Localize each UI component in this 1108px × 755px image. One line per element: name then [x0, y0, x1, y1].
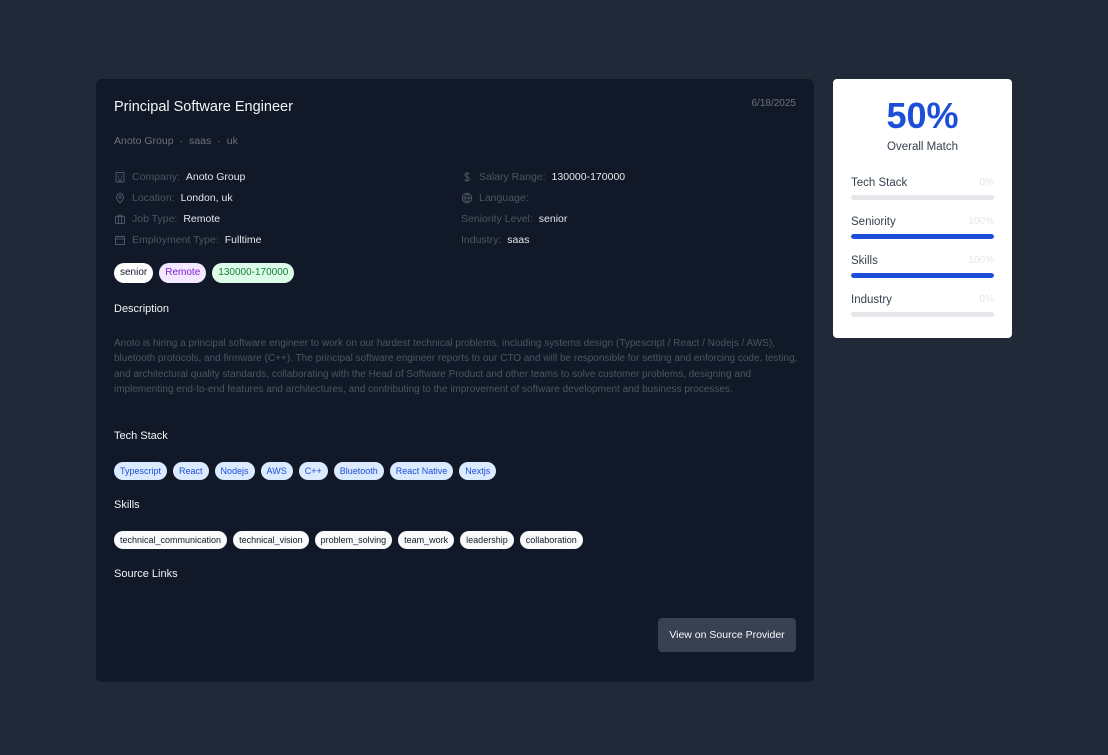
- metric-bar: [851, 273, 994, 278]
- metric-value: 0%: [979, 294, 994, 305]
- skill-chip: technical_communication: [114, 531, 228, 549]
- job-subline: Anoto Group · saas · uk: [114, 135, 238, 147]
- tech-chip: C++: [298, 462, 328, 480]
- detail-employment-type: Employment Type: Fulltime: [114, 229, 262, 250]
- metric-value: 100%: [968, 216, 994, 227]
- dollar-icon: [461, 171, 473, 183]
- metric-name: Industry: [851, 294, 892, 306]
- tech-chip: Nextjs: [459, 462, 497, 480]
- metric-bar: [851, 195, 994, 200]
- job-tags: senior Remote 130000-170000: [114, 263, 295, 283]
- overall-match-label: Overall Match: [887, 141, 958, 153]
- metric-bar: [851, 312, 994, 317]
- calendar-icon: [114, 234, 126, 246]
- source-links-heading: Source Links: [114, 568, 178, 580]
- tech-chip: React: [173, 462, 209, 480]
- tag-seniority: senior: [114, 263, 154, 283]
- detail-label: Location:: [132, 191, 175, 204]
- job-title: Principal Software Engineer: [114, 99, 293, 115]
- detail-location: Location: London, uk: [114, 187, 262, 208]
- skill-chip: technical_vision: [233, 531, 309, 549]
- skill-chip: team_work: [398, 531, 455, 549]
- detail-label: Language:: [479, 191, 529, 204]
- metric-industry: Industry 0%: [851, 294, 994, 317]
- metric-name: Skills: [851, 255, 878, 267]
- details-left-column: Company: Anoto Group Location: London, u…: [114, 166, 262, 250]
- tech-stack-list: Typescript React Nodejs AWS C++ Bluetoot…: [114, 462, 497, 480]
- skill-chip: leadership: [460, 531, 514, 549]
- detail-label: Salary Range:: [479, 170, 546, 183]
- skills-heading: Skills: [114, 499, 140, 511]
- detail-label: Industry:: [461, 233, 502, 246]
- globe-icon: [461, 192, 473, 204]
- building-icon: [114, 171, 126, 183]
- detail-value: senior: [538, 212, 568, 225]
- description-heading: Description: [114, 303, 170, 315]
- metric-value: 0%: [979, 177, 994, 188]
- metric-bar-fill: [851, 273, 994, 278]
- metric-name: Seniority: [851, 216, 896, 228]
- job-card: Principal Software Engineer 6/18/2025 An…: [96, 79, 814, 682]
- description-text: Anoto is hiring a principal software eng…: [114, 338, 798, 395]
- view-source-button[interactable]: View on Source Provider: [658, 618, 796, 652]
- subline-country: uk: [226, 135, 238, 147]
- tech-stack-heading: Tech Stack: [114, 430, 168, 442]
- tag-salary: 130000-170000: [212, 263, 295, 283]
- separator-dot: ·: [179, 135, 184, 147]
- detail-value: London, uk: [180, 191, 233, 204]
- detail-value: Anoto Group: [185, 170, 246, 183]
- tech-chip: Typescript: [114, 462, 168, 480]
- separator-dot: ·: [217, 135, 221, 147]
- metric-tech-stack: Tech Stack 0%: [851, 177, 994, 200]
- detail-label: Company:: [132, 170, 180, 183]
- skills-list: technical_communication technical_vision…: [114, 531, 583, 549]
- subline-industry: saas: [189, 135, 212, 147]
- briefcase-icon: [114, 213, 126, 225]
- location-pin-icon: [114, 192, 126, 204]
- detail-value: Fulltime: [224, 233, 262, 246]
- details-right-column: Salary Range: 130000-170000 Language: Se…: [461, 166, 625, 250]
- detail-seniority-level: Seniority Level: senior: [461, 208, 625, 229]
- metric-name: Tech Stack: [851, 177, 908, 189]
- metric-skills: Skills 100%: [851, 255, 994, 278]
- detail-language: Language:: [461, 187, 625, 208]
- skill-chip: problem_solving: [314, 531, 393, 549]
- skill-chip: collaboration: [519, 531, 583, 549]
- tech-chip: React Native: [389, 462, 454, 480]
- detail-value: saas: [507, 233, 530, 246]
- overall-match-percent: 50%: [886, 95, 959, 136]
- metric-seniority: Seniority 100%: [851, 216, 994, 239]
- metric-bar-fill: [851, 234, 994, 239]
- detail-label: Employment Type:: [132, 233, 219, 246]
- detail-industry: Industry: saas: [461, 229, 625, 250]
- detail-label: Job Type:: [132, 212, 178, 225]
- tag-job-type: Remote: [159, 263, 207, 283]
- match-card: 50% Overall Match Tech Stack 0% Seniority…: [833, 79, 1012, 338]
- detail-job-type: Job Type: Remote: [114, 208, 262, 229]
- metric-bar: [851, 234, 994, 239]
- posted-date: 6/18/2025: [751, 98, 797, 109]
- metric-value: 100%: [968, 255, 994, 266]
- subline-company: Anoto Group: [114, 135, 174, 147]
- detail-value: 130000-170000: [551, 170, 626, 183]
- tech-chip: AWS: [260, 462, 293, 480]
- tech-chip: Bluetooth: [333, 462, 384, 480]
- detail-label: Seniority Level:: [461, 212, 533, 225]
- detail-salary-range: Salary Range: 130000-170000: [461, 166, 625, 187]
- detail-company: Company: Anoto Group: [114, 166, 262, 187]
- tech-chip: Nodejs: [214, 462, 255, 480]
- detail-value: Remote: [183, 212, 221, 225]
